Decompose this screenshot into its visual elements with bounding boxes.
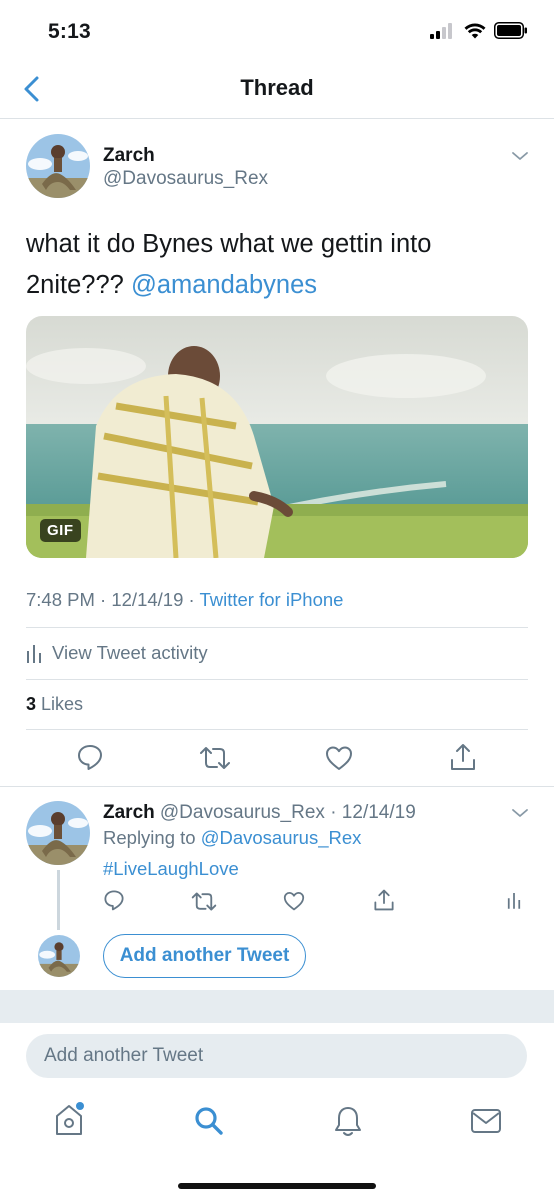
tweet-time: 7:48 PM — [26, 589, 95, 610]
page-title: Thread — [240, 75, 314, 100]
heart-icon — [326, 746, 352, 770]
tab-notifications[interactable] — [333, 1104, 363, 1138]
author-handle[interactable]: @Davosaurus_Rex — [103, 168, 268, 190]
reply-date: · 12/14/19 — [324, 802, 416, 823]
replying-to-link[interactable]: @Davosaurus_Rex — [201, 827, 362, 848]
messages-icon — [471, 1109, 501, 1133]
tweet-date: 12/14/19 — [111, 589, 184, 610]
reply-header: Zarch @Davosaurus_Rex · 12/14/19 — [103, 801, 416, 824]
likes-count: 3 — [26, 694, 37, 714]
activity-label: View Tweet activity — [52, 642, 208, 663]
back-button[interactable] — [20, 74, 48, 104]
chevron-left-icon — [24, 76, 39, 102]
cellular-signal-icon — [430, 22, 452, 39]
tweet-gif-media[interactable] — [26, 316, 528, 558]
hashtag-link[interactable]: #LiveLaughLove — [103, 858, 239, 880]
like-button[interactable] — [325, 745, 353, 771]
chevron-down-icon — [512, 809, 528, 817]
mention-link[interactable]: @amandabynes — [131, 271, 317, 299]
battery-icon — [494, 22, 527, 39]
analytics-icon — [507, 893, 521, 909]
heart-icon — [283, 892, 305, 911]
retweet-icon — [200, 747, 230, 769]
divider — [26, 729, 528, 730]
status-time: 5:13 — [48, 20, 91, 43]
tweet-text: what it do Bynes what we gettin into 2ni… — [26, 224, 526, 306]
tab-messages[interactable] — [470, 1108, 502, 1134]
replying-to: Replying to @Davosaurus_Rex — [103, 827, 361, 849]
reply-reply-button[interactable] — [103, 889, 125, 911]
add-another-tweet-button[interactable]: Add another Tweet — [103, 934, 306, 978]
reply-options-button[interactable] — [508, 803, 532, 823]
meta-separator: · — [94, 589, 112, 610]
likes-label: Likes — [36, 694, 84, 714]
share-button[interactable] — [449, 742, 477, 772]
wifi-icon — [464, 23, 486, 38]
share-icon — [451, 744, 475, 770]
tweet-options-button[interactable] — [508, 146, 532, 166]
divider — [26, 679, 528, 680]
reply-icon — [78, 745, 102, 770]
compose-tweet-input[interactable]: Add another Tweet — [26, 1034, 527, 1078]
retweet-button[interactable] — [199, 745, 231, 771]
tab-home[interactable] — [53, 1100, 87, 1138]
nav-divider — [0, 118, 554, 119]
tweet-source-link[interactable]: Twitter for iPhone — [199, 589, 343, 610]
reply-icon — [104, 890, 124, 911]
replying-prefix: Replying to — [103, 827, 201, 848]
status-icons — [430, 22, 528, 39]
chevron-down-icon — [512, 152, 528, 160]
avatar[interactable] — [26, 134, 90, 198]
reply-avatar[interactable] — [26, 801, 90, 865]
reply-retweet-button[interactable] — [191, 891, 217, 912]
gif-badge: GIF — [40, 519, 81, 542]
likes-count-link[interactable]: 3 Likes — [26, 694, 83, 715]
view-tweet-activity-button[interactable]: View Tweet activity — [26, 642, 208, 664]
reply-author-handle[interactable]: @Davosaurus_Rex — [160, 802, 325, 823]
section-separator — [0, 990, 554, 1023]
tab-search[interactable] — [193, 1105, 225, 1137]
search-icon — [195, 1107, 223, 1135]
home-indicator — [178, 1183, 376, 1189]
reply-like-button[interactable] — [283, 891, 305, 911]
reply-button[interactable] — [76, 743, 104, 771]
home-icon — [56, 1102, 84, 1135]
reply-share-button[interactable] — [373, 888, 395, 912]
retweet-icon — [191, 892, 217, 911]
meta-separator: · — [183, 589, 200, 610]
thread-connector — [57, 870, 60, 930]
share-icon — [374, 889, 394, 911]
author-name[interactable]: Zarch — [103, 145, 155, 167]
current-user-avatar — [38, 935, 80, 977]
tweet-meta: 7:48 PM · 12/14/19 · Twitter for iPhone — [26, 589, 343, 611]
reply-analytics-button[interactable] — [507, 890, 521, 910]
notifications-icon — [335, 1107, 361, 1136]
reply-author-name[interactable]: Zarch — [103, 802, 155, 823]
analytics-icon — [27, 645, 41, 663]
divider — [0, 786, 554, 787]
divider — [26, 627, 528, 628]
